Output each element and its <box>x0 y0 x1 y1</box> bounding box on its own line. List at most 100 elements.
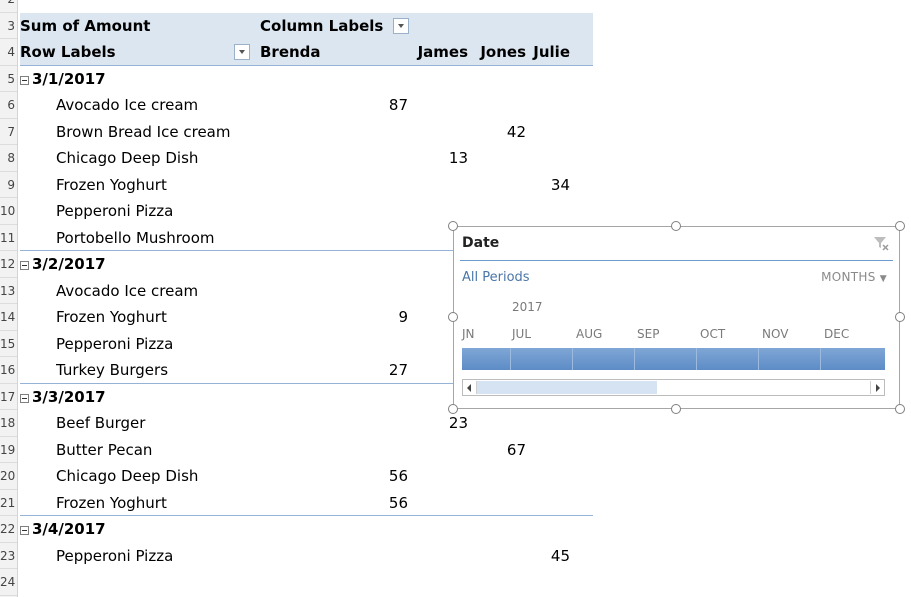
value-cell-james[interactable]: 13 <box>410 145 468 171</box>
value-cell-brenda[interactable]: 56 <box>260 490 408 516</box>
row-labels-header[interactable]: Row Labels <box>20 39 220 65</box>
value-cell-james[interactable] <box>410 119 468 145</box>
row-item-label[interactable]: Butter Pecan <box>56 437 276 463</box>
value-cell-james[interactable]: 23 <box>410 410 468 436</box>
row-number[interactable]: 11 <box>0 225 17 251</box>
column-header-brenda[interactable]: Brenda <box>260 39 408 65</box>
row-number[interactable]: 4 <box>0 39 17 65</box>
resize-handle-top-middle[interactable] <box>671 221 681 231</box>
value-cell-james[interactable] <box>410 463 468 489</box>
value-cell-brenda[interactable]: 27 <box>260 357 408 383</box>
row-item-label[interactable]: Chicago Deep Dish <box>56 463 276 489</box>
row-number[interactable]: 19 <box>0 437 17 463</box>
timeline-month-label[interactable]: OCT <box>700 327 725 341</box>
timeline-month-label[interactable]: NOV <box>762 327 788 341</box>
value-cell-julie[interactable]: 34 <box>526 172 570 198</box>
row-number[interactable]: 2 <box>0 0 17 12</box>
row-number[interactable]: 22 <box>0 516 17 542</box>
date-group-row[interactable]: 3/3/2017 <box>20 384 320 410</box>
row-item-label[interactable]: Avocado Ice cream <box>56 278 276 304</box>
row-number[interactable]: 23 <box>0 543 17 569</box>
row-number[interactable]: 24 <box>0 569 17 595</box>
value-cell-brenda[interactable] <box>260 331 408 357</box>
value-cell-julie[interactable] <box>526 145 570 171</box>
value-cell-brenda[interactable] <box>260 410 408 436</box>
value-cell-brenda[interactable] <box>260 119 408 145</box>
value-cell-brenda[interactable]: 87 <box>260 92 408 118</box>
row-item-label[interactable]: Brown Bread Ice cream <box>56 119 276 145</box>
column-labels-header[interactable]: Column Labels <box>260 13 390 39</box>
timeline-scrollbar[interactable] <box>462 379 885 396</box>
value-cell-james[interactable] <box>410 543 468 569</box>
value-cell-brenda[interactable]: 9 <box>260 304 408 330</box>
collapse-minus-icon[interactable] <box>20 75 29 85</box>
row-number[interactable]: 21 <box>0 490 17 516</box>
row-number[interactable]: 13 <box>0 278 17 304</box>
value-cell-julie[interactable] <box>526 119 570 145</box>
value-cell-julie[interactable] <box>526 463 570 489</box>
time-level-dropdown[interactable]: MONTHS ▼ <box>821 270 887 284</box>
collapse-minus-icon[interactable] <box>20 261 29 270</box>
timeline-month-label[interactable]: JN <box>462 327 475 341</box>
resize-handle-middle-left[interactable] <box>448 312 458 322</box>
resize-handle-bottom-left[interactable] <box>448 404 458 414</box>
value-cell-jones[interactable] <box>468 145 526 171</box>
value-cell-jones[interactable] <box>468 490 526 516</box>
timeline-selection-bar[interactable] <box>462 348 885 370</box>
date-group-row[interactable]: 3/4/2017 <box>20 516 320 542</box>
value-cell-jones[interactable] <box>468 198 526 224</box>
column-header-james[interactable]: James <box>410 39 468 65</box>
timeline-month-label[interactable]: DEC <box>824 327 849 341</box>
pivot-value-field-label[interactable]: Sum of Amount <box>20 13 250 39</box>
row-number[interactable]: 16 <box>0 357 17 383</box>
value-cell-brenda[interactable] <box>260 172 408 198</box>
row-item-label[interactable]: Chicago Deep Dish <box>56 145 276 171</box>
row-item-label[interactable]: Frozen Yoghurt <box>56 172 276 198</box>
value-cell-julie[interactable]: 45 <box>526 543 570 569</box>
row-item-label[interactable]: Turkey Burgers <box>56 357 276 383</box>
row-item-label[interactable]: Frozen Yoghurt <box>56 490 276 516</box>
row-number[interactable]: 5 <box>0 66 17 92</box>
row-number[interactable]: 3 <box>0 13 17 39</box>
value-cell-james[interactable] <box>410 437 468 463</box>
value-cell-jones[interactable] <box>468 172 526 198</box>
value-cell-jones[interactable] <box>468 543 526 569</box>
timeline-month-label[interactable]: JUL <box>512 327 531 341</box>
scroll-thumb[interactable] <box>477 381 657 394</box>
value-cell-james[interactable] <box>410 490 468 516</box>
value-cell-brenda[interactable] <box>260 437 408 463</box>
value-cell-julie[interactable] <box>526 92 570 118</box>
date-timeline-slicer[interactable]: Date All Periods MONTHS ▼ 2017 JN JUL AUG S… <box>453 226 900 409</box>
resize-handle-middle-right[interactable] <box>895 312 905 322</box>
value-cell-jones[interactable]: 42 <box>468 119 526 145</box>
value-cell-james[interactable] <box>410 92 468 118</box>
row-number[interactable]: 9 <box>0 172 17 198</box>
value-cell-james[interactable] <box>410 172 468 198</box>
value-cell-jones[interactable]: 67 <box>468 437 526 463</box>
row-number[interactable]: 20 <box>0 463 17 489</box>
value-cell-brenda[interactable] <box>260 543 408 569</box>
collapse-minus-icon[interactable] <box>20 393 29 403</box>
row-item-label[interactable]: Portobello Mushroom <box>56 225 276 251</box>
row-item-label[interactable]: Beef Burger <box>56 410 276 436</box>
value-cell-julie[interactable] <box>526 410 570 436</box>
row-filter-dropdown-icon[interactable] <box>234 44 250 60</box>
date-group-row[interactable]: 3/2/2017 <box>20 251 320 277</box>
row-item-label[interactable]: Pepperoni Pizza <box>56 198 276 224</box>
value-cell-brenda[interactable] <box>260 198 408 224</box>
row-item-label[interactable]: Frozen Yoghurt <box>56 304 276 330</box>
value-cell-julie[interactable] <box>526 437 570 463</box>
value-cell-jones[interactable] <box>468 410 526 436</box>
column-header-jones[interactable]: Jones <box>468 39 526 65</box>
date-group-row[interactable]: 3/1/2017 <box>20 66 320 92</box>
value-cell-julie[interactable] <box>526 198 570 224</box>
clear-filter-icon[interactable] <box>873 235 889 251</box>
value-cell-jones[interactable] <box>468 92 526 118</box>
row-number[interactable]: 15 <box>0 331 17 357</box>
row-number[interactable]: 7 <box>0 119 17 145</box>
row-item-label[interactable]: Avocado Ice cream <box>56 92 276 118</box>
value-cell-brenda[interactable] <box>260 225 408 251</box>
row-number[interactable]: 8 <box>0 145 17 171</box>
timeline-month-label[interactable]: SEP <box>637 327 659 341</box>
column-filter-dropdown-icon[interactable] <box>393 17 409 34</box>
